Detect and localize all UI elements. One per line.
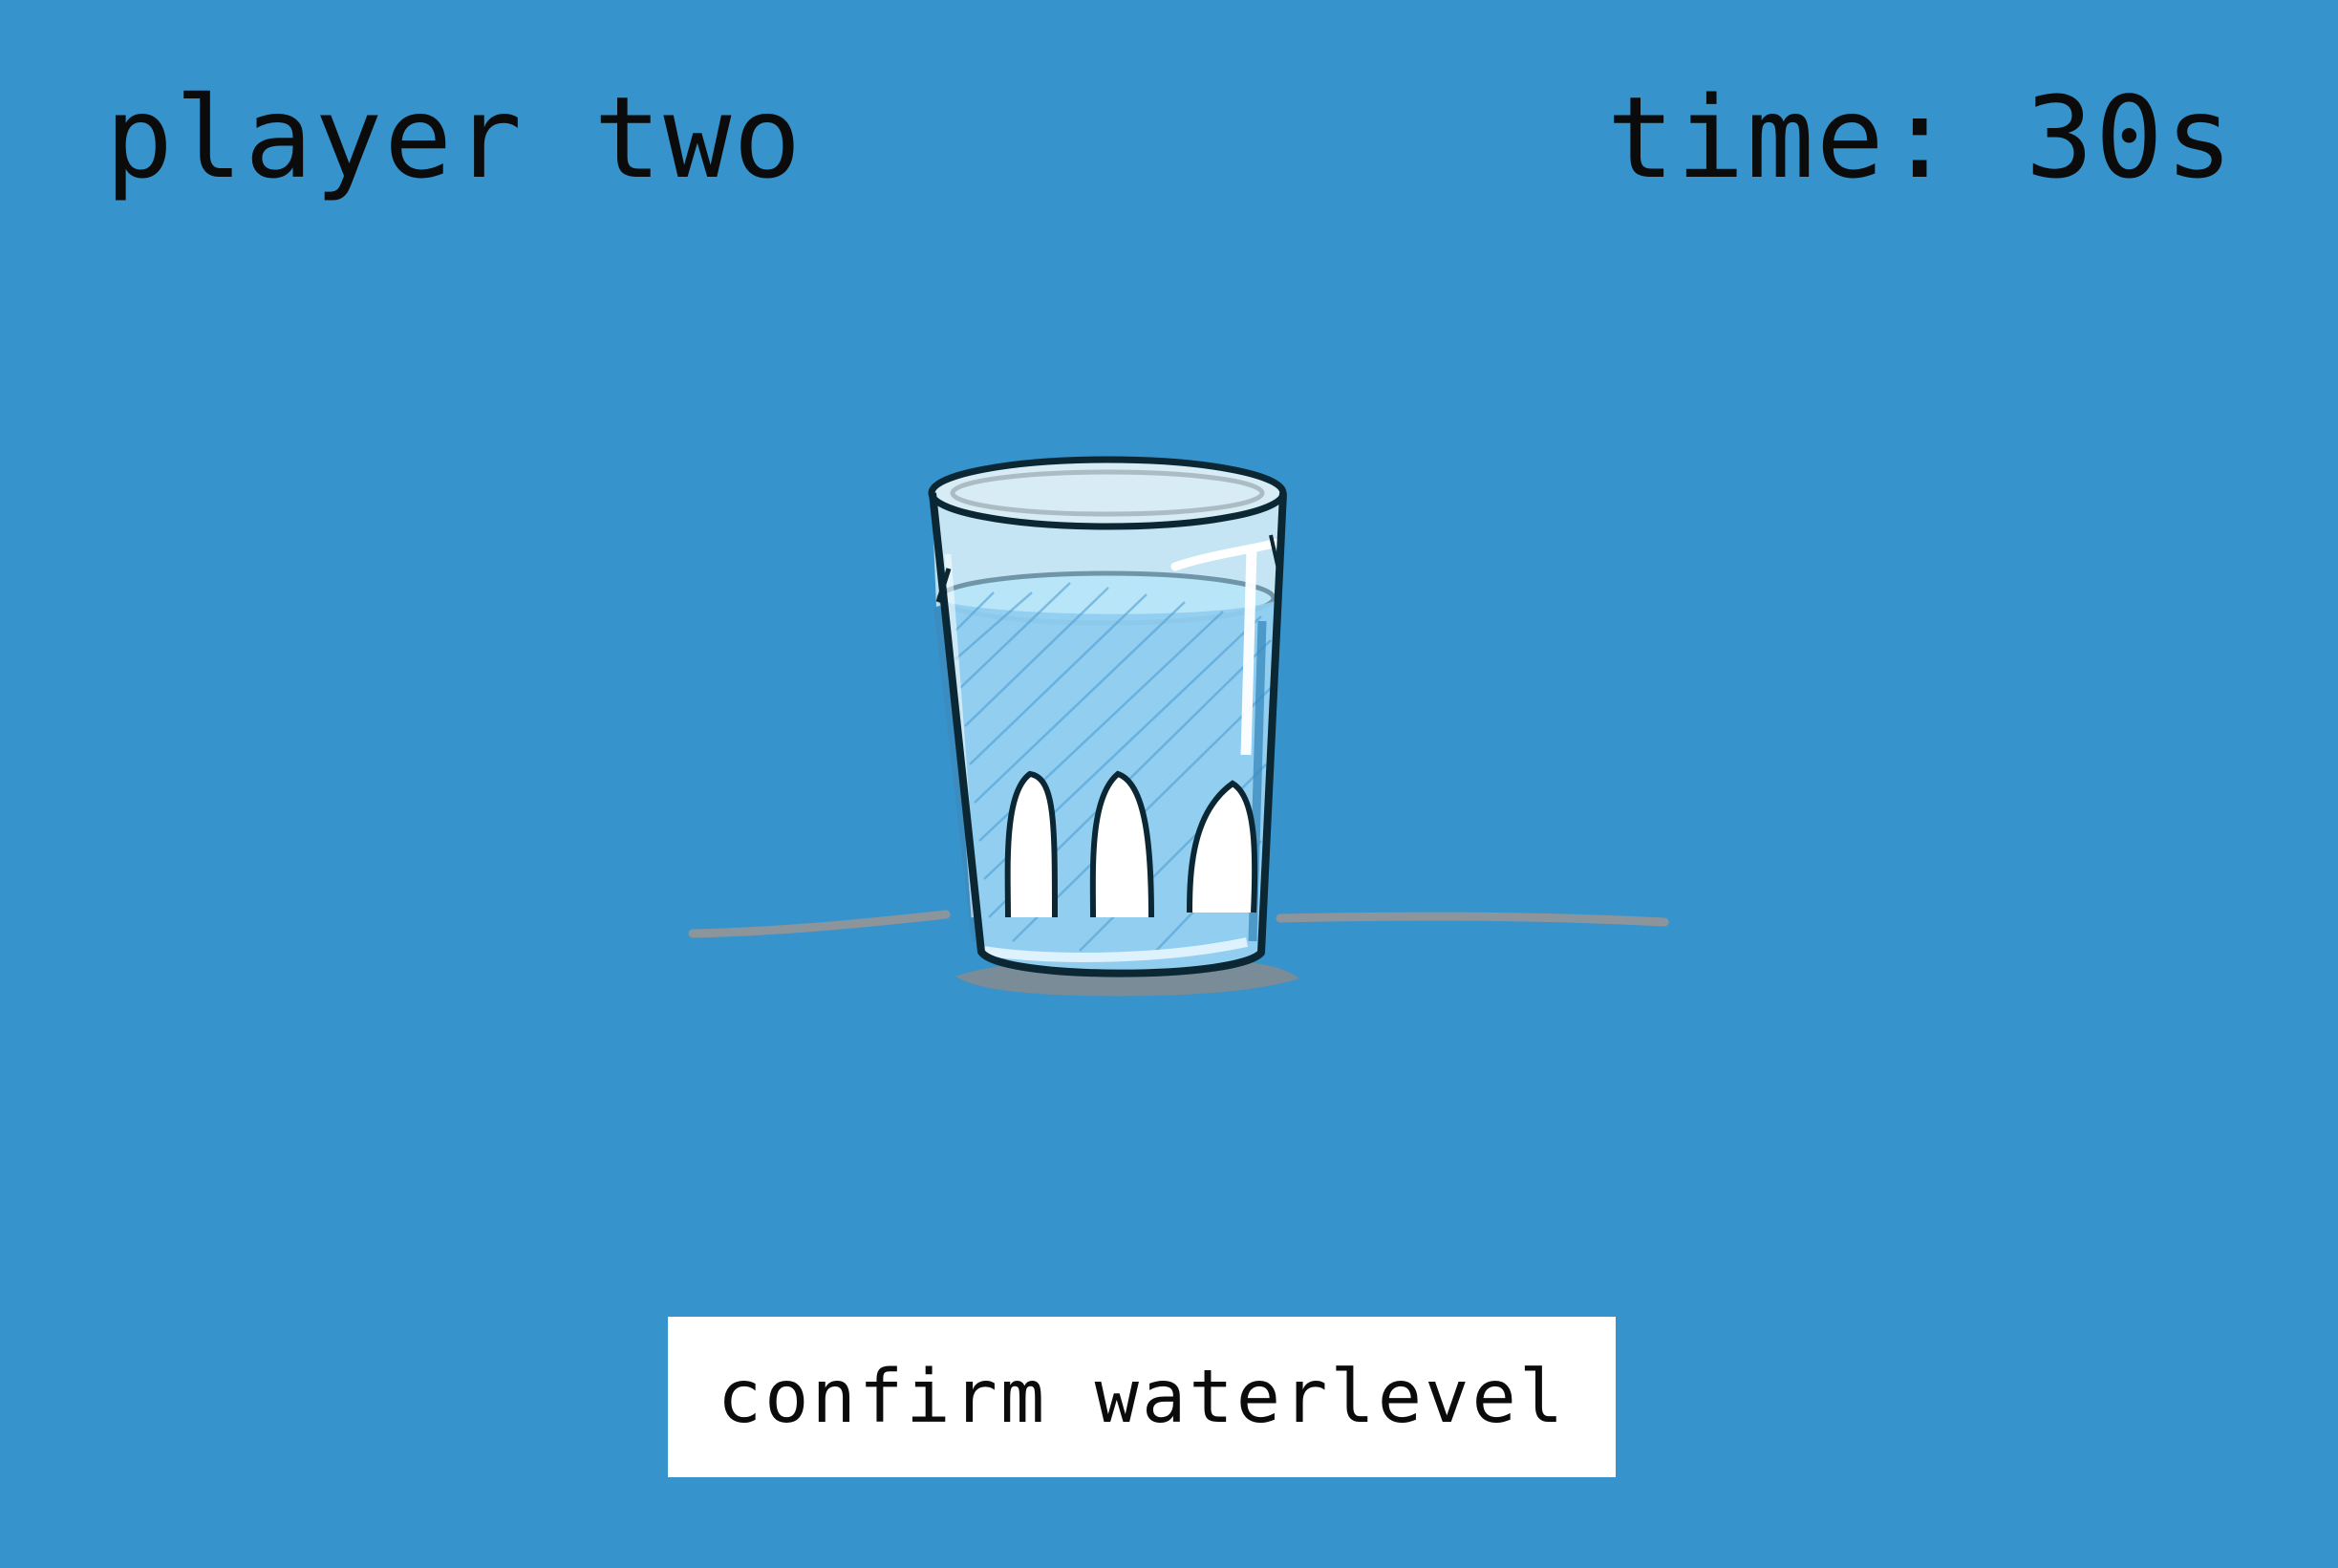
timer-label: time: 30s	[1606, 72, 2235, 204]
game-screen: player two time: 30s confirm waterlevel	[0, 0, 2338, 1568]
player-label: player two	[105, 72, 804, 204]
water-glass-icon	[928, 456, 1287, 977]
confirm-waterlevel-button[interactable]: confirm waterlevel	[668, 1317, 1616, 1477]
glass-scene[interactable]	[669, 420, 1701, 1051]
